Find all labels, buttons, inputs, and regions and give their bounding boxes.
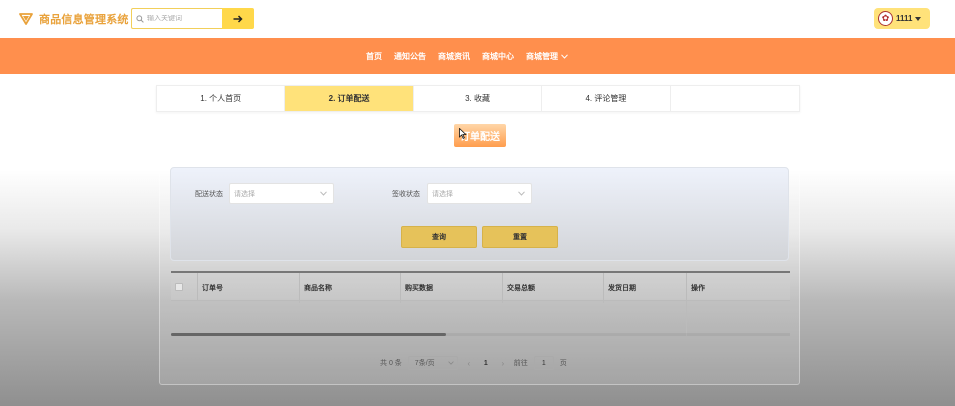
total-count: 共 0 条 — [380, 360, 402, 367]
select-all-cell — [171, 273, 198, 301]
query-button[interactable]: 查询 — [401, 226, 477, 248]
col-actions: 操作 — [691, 285, 705, 292]
sign-status-label: 签收状态 — [392, 191, 420, 198]
delivery-status-value: 请选择 — [234, 190, 255, 198]
user-menu[interactable]: ✿ 1111 — [874, 8, 930, 29]
col-product-name[interactable]: 商品名称 — [300, 273, 401, 303]
pagination: 共 0 条 7条/页 ‹ 1 › 前往 1 页 — [380, 356, 567, 370]
caret-down-icon — [915, 16, 922, 21]
chevron-down-icon — [320, 191, 327, 196]
avatar-icon: ✿ — [878, 11, 893, 26]
search-field[interactable] — [131, 8, 222, 29]
tab-empty — [671, 86, 799, 111]
sign-status-select[interactable]: 请选择 — [427, 183, 532, 204]
table-header: 订单号 商品名称 购买数据 交易总额 发货日期 操作 — [171, 271, 790, 303]
col-total-amount[interactable]: 交易总额 — [503, 273, 604, 303]
nav-item-mall-center[interactable]: 商城中心 — [482, 51, 514, 62]
main-nav: 首页 通知公告 商城资讯 商城中心 商城管理 — [0, 38, 955, 74]
reset-button[interactable]: 重置 — [482, 226, 558, 248]
goto-label: 前往 — [513, 360, 528, 367]
top-header: 商品信息管理系统 ✿ 1111 — [0, 0, 955, 38]
nav-item-mall-manage[interactable]: 商城管理 — [526, 51, 568, 62]
col-purchase-data[interactable]: 购买数据 — [401, 273, 503, 303]
search-button[interactable] — [222, 8, 254, 29]
nav-item-notice[interactable]: 通知公告 — [394, 51, 426, 62]
order-table: 订单号 商品名称 购买数据 交易总额 发货日期 操作 — [171, 271, 790, 336]
goto-page-input[interactable]: 1 — [533, 356, 554, 370]
col-order-no[interactable]: 订单号 — [198, 273, 300, 303]
nav-item-mall-manage-label: 商城管理 — [526, 50, 558, 61]
prev-page-icon[interactable]: ‹ — [464, 359, 474, 368]
tab-comment-manage[interactable]: 4. 评论管理 — [542, 86, 671, 111]
nav-item-home[interactable]: 首页 — [366, 51, 382, 62]
col-ship-date[interactable]: 发货日期 — [604, 273, 687, 303]
page-size-select[interactable]: 7条/页 — [407, 356, 458, 370]
filter-panel: 配送状态 请选择 签收状态 请选择 查询 重置 — [170, 167, 789, 261]
nav-item-news[interactable]: 商城资讯 — [438, 51, 470, 62]
chevron-down-icon — [561, 53, 568, 59]
chevron-down-icon — [448, 361, 454, 365]
page-suffix: 页 — [559, 360, 567, 367]
select-all-checkbox[interactable] — [175, 283, 183, 291]
page-size-value: 7条/页 — [414, 360, 435, 367]
tab-favorites[interactable]: 3. 收藏 — [414, 86, 543, 111]
arrow-right-icon — [233, 14, 243, 23]
current-page[interactable]: 1 — [480, 360, 492, 367]
next-page-icon[interactable]: › — [498, 359, 508, 368]
search-bar — [131, 8, 254, 29]
step-tabs: 1. 个人首页 2. 订单配送 3. 收藏 4. 评论管理 — [156, 85, 800, 112]
tab-order-delivery[interactable]: 2. 订单配送 — [285, 86, 414, 111]
scrollbar-thumb[interactable] — [171, 333, 446, 336]
chevron-down-icon — [518, 191, 525, 196]
logo-icon — [19, 13, 33, 25]
user-name: 1111 — [896, 14, 913, 23]
table-divider — [686, 301, 687, 336]
sign-status-value: 请选择 — [432, 190, 453, 198]
delivery-status-label: 配送状态 — [195, 191, 223, 198]
tab-personal-home[interactable]: 1. 个人首页 — [157, 86, 286, 111]
delivery-status-select[interactable]: 请选择 — [229, 183, 334, 204]
search-input[interactable] — [147, 15, 221, 22]
mouse-cursor-icon — [459, 128, 467, 139]
search-icon — [136, 14, 144, 23]
logo[interactable]: 商品信息管理系统 — [19, 11, 129, 27]
app-title: 商品信息管理系统 — [39, 14, 129, 26]
